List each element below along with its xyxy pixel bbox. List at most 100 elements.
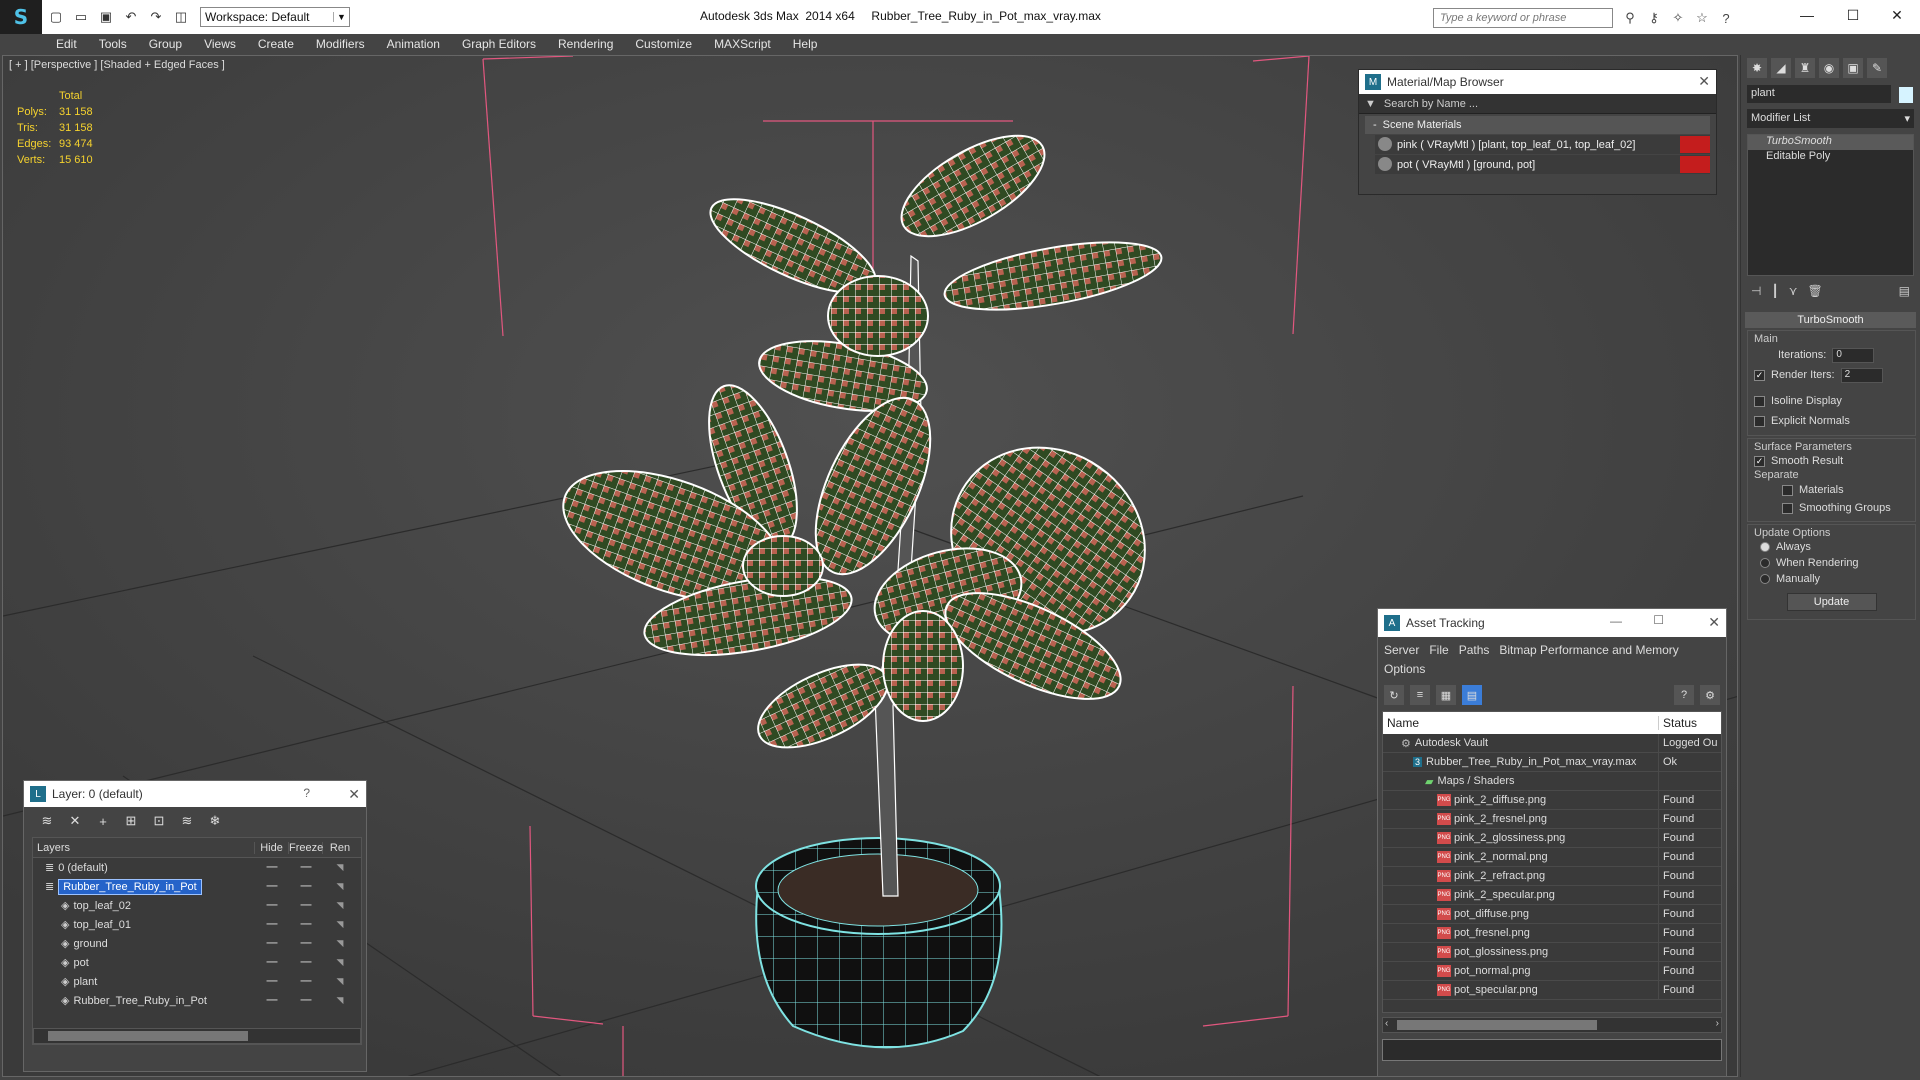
column-freeze[interactable]: Freeze	[289, 841, 323, 854]
hierarchy-tab-icon[interactable]: ♜	[1795, 58, 1815, 78]
menu-item-customize[interactable]: Customize	[635, 37, 692, 51]
help-button[interactable]: ?	[303, 786, 310, 800]
material-browser-titlebar[interactable]: M Material/Map Browser ✕	[1359, 70, 1716, 94]
materials-checkbox[interactable]	[1782, 484, 1793, 496]
freeze-toggle[interactable]: ━━	[289, 919, 323, 930]
explicit-normals-checkbox[interactable]	[1754, 415, 1765, 427]
delete-layer-icon[interactable]: ✕	[66, 813, 84, 829]
column-hide[interactable]: Hide	[255, 841, 289, 854]
menu-item-tools[interactable]: Tools	[99, 37, 127, 51]
menu-file[interactable]: File	[1429, 643, 1448, 657]
asset-tracking-titlebar[interactable]: A Asset Tracking — ☐ ✕	[1378, 609, 1726, 637]
hide-toggle[interactable]: ━━	[255, 938, 289, 949]
refresh-icon[interactable]: ↻	[1384, 685, 1404, 705]
menu-item-rendering[interactable]: Rendering	[558, 37, 613, 51]
table-view-icon[interactable]: ▤	[1462, 685, 1482, 705]
render-iters-spinner[interactable]: 2	[1840, 367, 1883, 383]
create-layer-icon[interactable]: ≋	[38, 813, 56, 829]
close-icon[interactable]: ✕	[1708, 614, 1720, 631]
smooth-result-checkbox[interactable]: ✓	[1754, 455, 1765, 467]
horizontal-scrollbar[interactable]: ‹ ›	[1382, 1017, 1722, 1033]
scroll-left-icon[interactable]: ‹	[1385, 1018, 1388, 1029]
turbosmooth-rollout-header[interactable]: TurboSmooth	[1745, 312, 1916, 328]
freeze-toggle[interactable]: ━━	[289, 957, 323, 968]
star-icon[interactable]: ☆	[1692, 8, 1712, 28]
menu-item-group[interactable]: Group	[149, 37, 182, 51]
scroll-right-icon[interactable]: ›	[1716, 1018, 1719, 1029]
column-render[interactable]: Ren	[323, 842, 357, 854]
table-row[interactable]: PNG pot_normal.png Found	[1383, 961, 1721, 981]
material-item[interactable]: pink ( VRayMtl ) [plant, top_leaf_01, to…	[1375, 135, 1710, 154]
menu-item-edit[interactable]: Edit	[56, 37, 77, 51]
menu-bitmap-performance-and-memory[interactable]: Bitmap Performance and Memory	[1499, 643, 1678, 657]
menu-item-views[interactable]: Views	[204, 37, 236, 51]
material-item[interactable]: pot ( VRayMtl ) [ground, pot]	[1375, 155, 1710, 174]
layer-row[interactable]: ◈ plant ━━ ━━ ◥	[33, 972, 361, 991]
undo-icon[interactable]: ↶	[120, 6, 142, 28]
help-icon[interactable]: ?	[1674, 685, 1694, 705]
table-row[interactable]: PNG pot_glossiness.png Found	[1383, 942, 1721, 962]
freeze-toggle[interactable]: ━━	[289, 938, 323, 949]
menu-item-graph-editors[interactable]: Graph Editors	[462, 37, 536, 51]
viewport-label[interactable]: [ + ] [Perspective ] [Shaded + Edged Fac…	[9, 59, 225, 71]
material-search-input[interactable]: ▼ Search by Name ...	[1359, 94, 1716, 114]
create-tab-icon[interactable]: ✸	[1747, 58, 1767, 78]
layer-row[interactable]: ≣ 0 (default) ━━ ━━ ◥	[33, 858, 361, 877]
stack-item-editable-poly[interactable]: Editable Poly	[1748, 150, 1913, 165]
list-view-icon[interactable]: ≡	[1410, 685, 1430, 705]
render-toggle[interactable]: ◥	[323, 976, 357, 987]
table-row[interactable]: ▰ Maps / Shaders	[1383, 771, 1721, 791]
open-file-icon[interactable]: ▭	[70, 6, 92, 28]
object-color-swatch[interactable]	[1899, 87, 1913, 103]
asset-path-field[interactable]	[1382, 1039, 1722, 1061]
close-button[interactable]: ✕	[1874, 0, 1920, 30]
layer-row[interactable]: ◈ pot ━━ ━━ ◥	[33, 953, 361, 972]
hide-toggle[interactable]: ━━	[255, 919, 289, 930]
hide-toggle[interactable]: ━━	[255, 862, 289, 873]
utilities-tab-icon[interactable]: ✎	[1867, 58, 1887, 78]
layer-row[interactable]: ≣ Rubber_Tree_Ruby_in_Pot ━━ ━━ ◥	[33, 877, 361, 896]
update-button[interactable]: Update	[1786, 593, 1877, 611]
menu-item-modifiers[interactable]: Modifiers	[316, 37, 365, 51]
table-row[interactable]: PNG pink_2_diffuse.png Found	[1383, 790, 1721, 810]
table-row[interactable]: PNG pink_2_fresnel.png Found	[1383, 809, 1721, 829]
render-toggle[interactable]: ◥	[323, 881, 357, 892]
help-search-input[interactable]: Type a keyword or phrase	[1433, 8, 1613, 28]
column-name[interactable]: Name	[1383, 716, 1659, 730]
freeze-toggle[interactable]: ━━	[289, 995, 323, 1006]
modify-tab-icon[interactable]: ◢	[1771, 58, 1791, 78]
redo-icon[interactable]: ↷	[145, 6, 167, 28]
column-layers[interactable]: Layers	[33, 841, 255, 854]
binoculars-icon[interactable]: ⚲	[1620, 8, 1640, 28]
help-icon[interactable]: ?	[1716, 8, 1736, 28]
render-toggle[interactable]: ◥	[323, 957, 357, 968]
modifier-list-dropdown[interactable]: Modifier List ▾	[1747, 109, 1914, 128]
render-toggle[interactable]: ◥	[323, 995, 357, 1006]
motion-tab-icon[interactable]: ◉	[1819, 58, 1839, 78]
object-name-field[interactable]: plant	[1747, 85, 1891, 103]
table-row[interactable]: PNG pink_2_refract.png Found	[1383, 866, 1721, 886]
display-tab-icon[interactable]: ▣	[1843, 58, 1863, 78]
project-folder-icon[interactable]: ◫	[170, 6, 192, 28]
iterations-spinner[interactable]: 0	[1832, 347, 1875, 363]
menu-item-help[interactable]: Help	[793, 37, 818, 51]
table-row[interactable]: PNG pot_diffuse.png Found	[1383, 904, 1721, 924]
select-objects-icon[interactable]: ⊞	[122, 813, 140, 829]
minimize-button[interactable]: —	[1784, 0, 1830, 30]
add-to-layer-icon[interactable]: +	[94, 814, 112, 829]
hide-all-icon[interactable]: ≋	[178, 813, 196, 829]
perspective-viewport[interactable]: [ + ] [Perspective ] [Shaded + Edged Fac…	[2, 55, 1738, 1077]
table-row[interactable]: PNG pot_specular.png Found	[1383, 980, 1721, 1000]
layer-explorer-titlebar[interactable]: L Layer: 0 (default) ? ✕	[24, 781, 366, 807]
workspace-dropdown[interactable]: Workspace: Default ▼	[200, 7, 350, 27]
freeze-toggle[interactable]: ━━	[289, 900, 323, 911]
render-toggle[interactable]: ◥	[323, 900, 357, 911]
menu-paths[interactable]: Paths	[1459, 643, 1490, 657]
layer-row[interactable]: ◈ top_leaf_01 ━━ ━━ ◥	[33, 915, 361, 934]
layer-row[interactable]: ◈ top_leaf_02 ━━ ━━ ◥	[33, 896, 361, 915]
scroll-thumb[interactable]	[48, 1031, 248, 1041]
isoline-checkbox[interactable]	[1754, 395, 1765, 407]
hide-toggle[interactable]: ━━	[255, 976, 289, 987]
scene-materials-section[interactable]: - Scene Materials	[1365, 116, 1710, 134]
table-row[interactable]: PNG pink_2_glossiness.png Found	[1383, 828, 1721, 848]
